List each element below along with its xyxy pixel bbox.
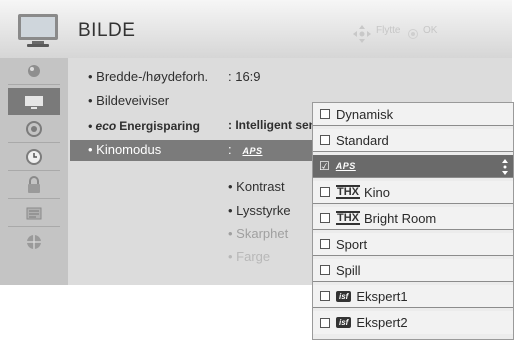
tv-icon [18,14,58,47]
option-game[interactable]: Spill [313,259,513,282]
option-aps[interactable]: ☑ APS [313,155,513,178]
setting-picture-wizard[interactable]: • Bildeveiviser [88,93,169,108]
network-icon [27,234,41,249]
option-standard[interactable]: Standard [313,129,513,152]
sidebar-item-audio[interactable] [8,116,60,143]
ok-button-icon [408,29,418,39]
sidebar-item-picture[interactable] [8,58,60,85]
aps-logo: APS [335,161,356,171]
setting-label: • Bildeveiviser [88,93,170,108]
option-thx-cinema[interactable]: THX Kino [313,181,513,204]
option-expert2[interactable]: isf Ekspert2 [313,311,513,334]
setting-label: • Kinomodus [88,142,162,157]
setting-value: : APS [228,142,263,157]
menu-header: BILDE Flytte OK [0,0,512,59]
sidebar-item-time[interactable] [8,144,60,171]
checkbox [320,187,330,197]
sidebar-item-screen[interactable] [8,88,60,115]
isf-logo: isf [336,290,352,302]
picture-mode-dropdown: Dynamisk Standard ☑ APS THX Kino THX Bri… [312,102,514,340]
setting-color[interactable]: • Farge [228,249,270,264]
tv-icon [25,95,43,109]
checkbox [320,135,330,145]
setting-aspect-ratio[interactable]: • Bredde-/høydeforh. : 16:9 [88,69,261,84]
setting-value: : Intelligent sen [228,118,317,132]
navigation-arrows-icon [353,25,371,43]
sidebar-item-lock[interactable] [8,172,60,199]
option-sport[interactable]: Sport [313,233,513,256]
setting-label: Energisparing [119,119,200,133]
setting-cinema-mode[interactable]: • Kinomodus : APS [88,142,262,157]
option-expert1[interactable]: isf Ekspert1 [313,285,513,308]
setting-label: • Bredde-/høydeforh. [88,69,209,84]
checkbox [320,317,330,328]
lock-icon [28,176,40,193]
sidebar [0,58,68,285]
move-hint: Flytte [376,25,401,36]
setting-sharpness[interactable]: • Skarphet [228,226,288,241]
aps-logo: APS [242,146,263,156]
picture-icon [28,65,40,77]
sidebar-item-options[interactable] [8,200,60,227]
setting-energy-saving[interactable]: • eco Energisparing : Intelligent sen [88,118,316,133]
scroll-arrows-icon [502,159,508,175]
speaker-icon [26,121,42,137]
options-icon [26,207,42,220]
eco-icon: • eco [88,119,117,133]
ok-hint: OK [423,25,438,36]
sidebar-item-network[interactable] [8,228,60,255]
setting-contrast[interactable]: • Kontrast [228,179,285,194]
page-title: BILDE [78,20,136,41]
thx-logo: THX [336,211,360,225]
isf-logo: isf [336,317,352,328]
checked-checkbox-icon: ☑ [319,159,330,173]
checkbox [320,291,330,301]
checkbox [320,265,330,275]
setting-brightness[interactable]: • Lysstyrke [228,203,291,218]
checkbox [320,239,330,249]
checkbox [320,109,330,119]
checkbox [320,213,330,223]
clock-icon [26,149,42,165]
setting-value: : 16:9 [228,69,261,84]
option-dynamic[interactable]: Dynamisk [313,103,513,126]
thx-logo: THX [336,185,360,199]
option-thx-bright-room[interactable]: THX Bright Room [313,207,513,230]
